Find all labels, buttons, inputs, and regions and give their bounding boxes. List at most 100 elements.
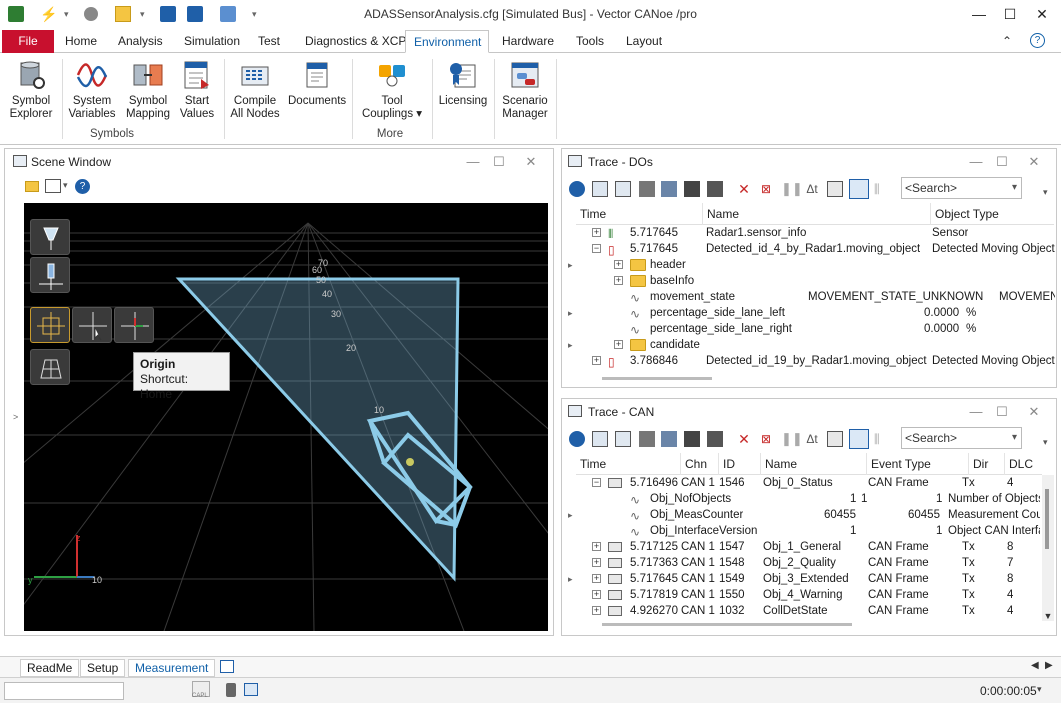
trace-can-row[interactable]: + 4.926270 CAN 1 1032 CollDetState CAN F… xyxy=(562,603,1042,619)
documents-button[interactable]: Documents xyxy=(288,59,346,108)
column-dlc[interactable]: DLC xyxy=(1004,453,1042,475)
pause-icon[interactable]: ❚❚ xyxy=(781,181,803,197)
trace-dos-search[interactable]: <Search> ▾ xyxy=(901,177,1022,199)
trace-can-row[interactable]: − 5.716496 CAN 1 1546 Obj_0_Status CAN F… xyxy=(562,475,1042,491)
trace-dos-row[interactable]: ▸ + header xyxy=(562,257,1056,273)
tab-diagnostics-xcp[interactable]: Diagnostics & XCP xyxy=(297,30,414,53)
column-dir[interactable]: Dir xyxy=(968,453,1004,475)
tab-setup[interactable]: Setup xyxy=(80,659,126,677)
collapse-icon[interactable]: − xyxy=(592,478,601,487)
grid-toggle-button[interactable] xyxy=(30,349,70,385)
panel-minimize-button[interactable]: — xyxy=(966,153,986,171)
expand-icon[interactable]: + xyxy=(592,574,601,583)
maximize-button[interactable]: ☐ xyxy=(995,2,1025,26)
scroll-left-icon[interactable]: ◀ xyxy=(1031,660,1039,671)
origin-button[interactable] xyxy=(30,307,70,343)
trace-can-row[interactable]: + 5.717819 CAN 1 1550 Obj_4_Warning CAN … xyxy=(562,587,1042,603)
expand-icon[interactable]: + xyxy=(592,590,601,599)
expand-icon[interactable]: + xyxy=(614,260,623,269)
scene-viewport[interactable]: 70 60 50 40 30 20 10 y z 10 xyxy=(24,203,548,631)
symbol-explorer-button[interactable]: Symbol Explorer xyxy=(8,59,54,121)
scroll-icon[interactable] xyxy=(615,431,631,447)
tab-readme[interactable]: ReadMe xyxy=(20,659,80,677)
column-object-type[interactable]: Object Type xyxy=(930,203,1054,225)
detail-view-icon[interactable] xyxy=(827,181,843,197)
columns-icon[interactable]: ⫼ xyxy=(874,181,890,197)
tab-test[interactable]: Test xyxy=(250,30,288,53)
trace-can-row[interactable]: + 5.717125 CAN 1 1547 Obj_1_General CAN … xyxy=(562,539,1042,555)
panel-close-button[interactable]: ✕ xyxy=(1024,153,1044,171)
column-time[interactable]: Time xyxy=(576,453,680,475)
trace-dos-row[interactable]: ∿ movement_state MOVEMENT_STATE_UNKNOWN … xyxy=(562,289,1056,305)
column-chn[interactable]: Chn xyxy=(680,453,718,475)
tab-tools[interactable]: Tools xyxy=(568,30,612,53)
configuration-icon[interactable] xyxy=(220,6,236,22)
compile-all-nodes-button[interactable]: Compile All Nodes xyxy=(230,59,280,121)
sensor-view-button[interactable] xyxy=(30,257,70,293)
trace-can-signal-row[interactable]: ▸ ∿ Obj_MeasCounter 60455 60455 Measurem… xyxy=(562,507,1042,523)
tab-home[interactable]: Home xyxy=(57,30,105,53)
axis-button[interactable] xyxy=(114,307,154,343)
column-name[interactable]: Name xyxy=(760,453,866,475)
expand-icon[interactable]: + xyxy=(592,542,601,551)
scroll-icon[interactable] xyxy=(615,181,631,197)
camera-view-button[interactable] xyxy=(30,219,70,255)
binoculars-icon[interactable] xyxy=(707,431,723,447)
chart-icon[interactable] xyxy=(592,181,608,197)
save-as-icon[interactable] xyxy=(187,6,203,22)
panel-maximize-button[interactable]: ☐ xyxy=(992,153,1012,171)
trace-dos-row[interactable]: ∿ percentage_side_lane_right 0.0000 % xyxy=(562,321,1056,337)
dropdown-arrow-icon[interactable]: ▾ xyxy=(63,180,68,191)
tab-file[interactable]: File xyxy=(2,30,54,53)
panel-maximize-button[interactable]: ☐ xyxy=(992,403,1012,421)
expand-icon[interactable]: + xyxy=(592,356,601,365)
scroll-right-icon[interactable]: ▶ xyxy=(1045,660,1053,671)
tab-hardware[interactable]: Hardware xyxy=(494,30,562,53)
trace-dos-row[interactable]: + ▯ 3.786846 Detected_id_19_by_Radar1.mo… xyxy=(562,353,1056,369)
filter-off-icon[interactable] xyxy=(661,431,677,447)
horizontal-scrollbar[interactable] xyxy=(602,623,852,626)
system-variables-button[interactable]: System Variables xyxy=(68,59,116,121)
help-icon[interactable]: ? xyxy=(75,179,90,194)
delete-icon[interactable]: ✕ xyxy=(736,431,752,447)
funnel-icon[interactable] xyxy=(684,431,700,447)
vertical-scrollbar[interactable]: ▼ xyxy=(1042,475,1054,621)
tab-environment[interactable]: Environment xyxy=(405,30,489,53)
edit-icon[interactable] xyxy=(244,683,258,696)
scenario-manager-button[interactable]: Scenario Manager xyxy=(500,59,550,121)
new-desktop-icon[interactable] xyxy=(220,660,234,673)
trace-can-row[interactable]: + 5.717363 CAN 1 1548 Obj_2_Quality CAN … xyxy=(562,555,1042,571)
column-time[interactable]: Time xyxy=(576,203,702,225)
lightning-icon[interactable]: ⚡ xyxy=(40,6,57,22)
filter-off-icon[interactable] xyxy=(661,181,677,197)
collapse-ribbon-icon[interactable]: ⌃ xyxy=(1002,34,1012,48)
expand-icon[interactable]: + xyxy=(592,228,601,237)
panel-close-button[interactable]: ✕ xyxy=(521,153,541,171)
filter-icon[interactable] xyxy=(639,181,655,197)
dropdown-arrow-icon[interactable]: ▾ xyxy=(140,6,156,22)
dropdown-arrow-icon[interactable]: ▾ xyxy=(64,6,80,22)
funnel-icon[interactable] xyxy=(684,181,700,197)
trace-dos-row[interactable]: + baseInfo xyxy=(562,273,1056,289)
clear-icon[interactable]: ⊠ xyxy=(758,181,774,197)
pause-icon[interactable]: ❚❚ xyxy=(781,431,803,447)
column-event-type[interactable]: Event Type xyxy=(866,453,968,475)
delta-time-icon[interactable]: Δt xyxy=(804,431,820,447)
trace-dos-row[interactable]: ▸ ∿ percentage_side_lane_left 0.0000 % xyxy=(562,305,1056,321)
expand-icon[interactable]: + xyxy=(592,558,601,567)
close-button[interactable]: ✕ xyxy=(1027,2,1057,26)
delta-time-icon[interactable]: Δt xyxy=(804,181,820,197)
binoculars-icon[interactable] xyxy=(707,181,723,197)
chevron-down-icon[interactable]: ▾ xyxy=(1037,684,1042,695)
toggle-mode-icon[interactable] xyxy=(849,429,869,449)
chart-icon[interactable] xyxy=(592,431,608,447)
panel-close-button[interactable]: ✕ xyxy=(1024,403,1044,421)
trace-can-search[interactable]: <Search> ▾ xyxy=(901,427,1022,449)
tool-couplings-button[interactable]: Tool Couplings ▾ xyxy=(360,59,424,121)
trace-dos-row[interactable]: − ▯ 5.717645 Detected_id_4_by_Radar1.mov… xyxy=(562,241,1056,257)
tab-layout[interactable]: Layout xyxy=(618,30,670,53)
trace-can-signal-row[interactable]: ∿ Obj_InterfaceVersion 1 1 Object CAN In… xyxy=(562,523,1042,539)
start-values-button[interactable]: Start Values xyxy=(178,59,216,121)
detail-view-icon[interactable] xyxy=(827,431,843,447)
stop-icon[interactable] xyxy=(84,7,98,21)
